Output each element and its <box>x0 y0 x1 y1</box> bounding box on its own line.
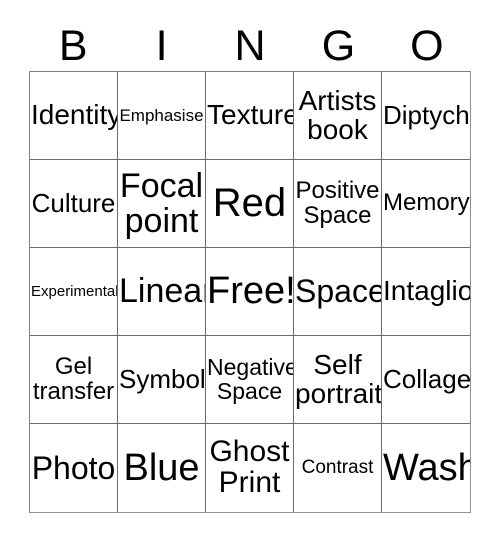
bingo-cell[interactable]: Linear <box>118 248 206 336</box>
bingo-cell-label: Memory <box>383 189 470 217</box>
bingo-cell-label: Self portrait <box>295 348 382 409</box>
bingo-cell[interactable]: Photo <box>30 424 118 512</box>
bingo-cell-label: Experimental <box>31 282 118 300</box>
bingo-cell-label: Symbol <box>119 364 206 395</box>
bingo-cell[interactable]: Diptych <box>382 72 470 160</box>
bingo-cell-label: Wash <box>383 446 470 489</box>
bingo-cell[interactable]: Red <box>206 160 294 248</box>
bingo-card: B I N G O Identity Emphasise Texture Art… <box>0 0 500 544</box>
bingo-cell-label: Emphasise <box>119 105 204 125</box>
bingo-cell[interactable]: Positive Space <box>294 160 382 248</box>
bingo-cell[interactable]: Intaglio <box>382 248 470 336</box>
bingo-cell-label: Identity <box>31 99 118 131</box>
bingo-header-letter-o: O <box>410 22 444 70</box>
bingo-cell[interactable]: Self portrait <box>294 336 382 424</box>
bingo-cell-label: Linear <box>119 272 206 311</box>
bingo-cell[interactable]: Texture <box>206 72 294 160</box>
bingo-header-letter-g: G <box>321 22 356 70</box>
bingo-cell[interactable]: Symbol <box>118 336 206 424</box>
bingo-cell[interactable]: Emphasise <box>118 72 206 160</box>
bingo-cell-label: Artists book <box>298 84 377 145</box>
bingo-cell-label: Contrast <box>301 457 374 479</box>
bingo-cell[interactable]: Wash <box>382 424 470 512</box>
bingo-cell-label: Ghost Print <box>209 435 290 499</box>
bingo-header-letter-i: I <box>155 22 168 70</box>
bingo-cell-label: Free! <box>207 270 294 313</box>
bingo-cell[interactable]: Artists book <box>294 72 382 160</box>
bingo-cell[interactable]: Contrast <box>294 424 382 512</box>
bingo-cell-label: Diptych <box>383 100 470 131</box>
bingo-cell-label: Negative Space <box>207 354 294 404</box>
bingo-cell[interactable]: Identity <box>30 72 118 160</box>
bingo-cell[interactable]: Space <box>294 248 382 336</box>
bingo-header-letter-b: B <box>58 22 88 70</box>
bingo-cell[interactable]: Negative Space <box>206 336 294 424</box>
bingo-header-letter-n: N <box>234 22 266 70</box>
bingo-cell-label: Intaglio <box>383 275 470 307</box>
bingo-cell-label: Space <box>295 273 382 310</box>
bingo-grid: Identity Emphasise Texture Artists book … <box>29 71 471 513</box>
bingo-cell-label: Culture <box>31 188 116 219</box>
bingo-cell[interactable]: Memory <box>382 160 470 248</box>
bingo-cell[interactable]: Focal point <box>118 160 206 248</box>
bingo-cell-free[interactable]: Free! <box>206 248 294 336</box>
bingo-cell-label: Collage <box>383 364 470 395</box>
bingo-cell[interactable]: Collage <box>382 336 470 424</box>
bingo-cell[interactable]: Blue <box>118 424 206 512</box>
bingo-cell-label: Focal point <box>119 166 204 240</box>
bingo-cell-label: Photo <box>31 449 116 486</box>
bingo-cell[interactable]: Experimental <box>30 248 118 336</box>
bingo-cell-label: Positive Space <box>295 177 380 229</box>
bingo-cell[interactable]: Gel transfer <box>30 336 118 424</box>
bingo-cell-label: Gel transfer <box>32 353 115 405</box>
bingo-cell-label: Red <box>212 181 287 226</box>
bingo-header-row: B I N G O <box>29 22 471 71</box>
bingo-cell[interactable]: Culture <box>30 160 118 248</box>
bingo-cell-label: Texture <box>207 99 294 131</box>
bingo-cell-label: Blue <box>123 446 200 489</box>
bingo-cell[interactable]: Ghost Print <box>206 424 294 512</box>
